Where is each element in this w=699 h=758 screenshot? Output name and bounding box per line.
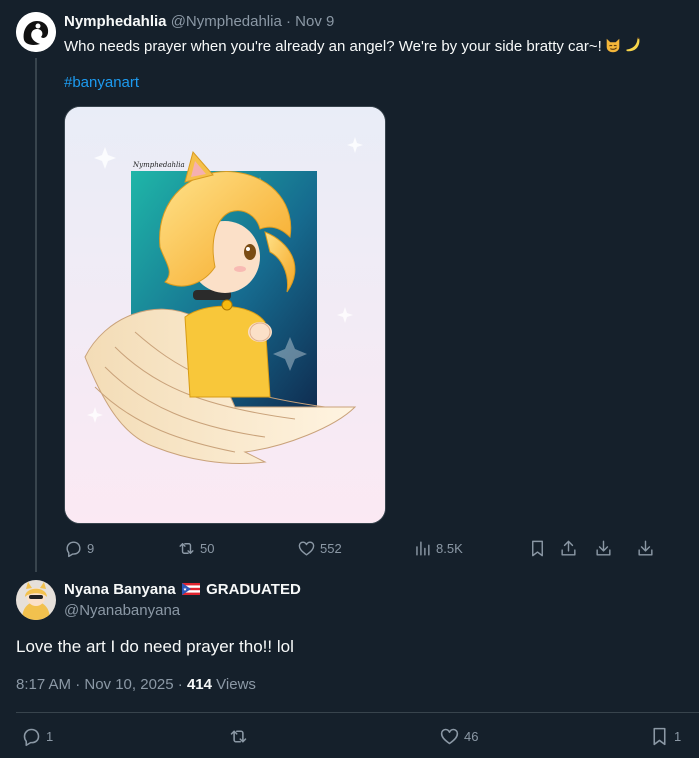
avatar-logo-icon: [16, 12, 56, 52]
download-icon: [596, 540, 611, 556]
reply-icon: [66, 540, 81, 557]
analytics-icon: [416, 540, 430, 556]
share-button[interactable]: [559, 536, 578, 560]
reply-like-button[interactable]: 46: [439, 724, 478, 748]
download-icon: [638, 540, 653, 556]
reply-text: Love the art I do need prayer tho!! lol: [16, 637, 294, 656]
repost-count: 50: [200, 540, 215, 556]
tweet-date[interactable]: Nov 9: [295, 13, 334, 30]
repost-icon: [230, 729, 247, 743]
author-name[interactable]: Nymphedahlia: [64, 13, 167, 30]
bookmark-icon: [532, 540, 543, 556]
reply-meta: 8:17 AM · Nov 10, 2025 · 414 Views: [16, 676, 256, 693]
view-count: 8.5K: [436, 540, 463, 556]
tweet-actions: 9 50 552 8.5K: [64, 536, 664, 560]
puerto-rico-flag-icon: [181, 583, 200, 595]
reply-reply-button[interactable]: 1: [21, 724, 53, 748]
reply-timestamp[interactable]: 8:17 AM · Nov 10, 2025: [16, 676, 174, 693]
header-separator: ·: [286, 13, 291, 30]
reply-like-count: 46: [464, 728, 479, 744]
reply-actions: 1 46 1: [16, 724, 686, 748]
reply-repost-button[interactable]: [228, 724, 253, 748]
download-button-2[interactable]: [636, 536, 655, 560]
reply-views-count: 414: [186, 676, 212, 693]
meta-separator: ·: [177, 676, 183, 693]
tweet-header: Nymphedahlia @Nymphedahlia · Nov 9: [64, 13, 334, 30]
bookmark-icon: [653, 727, 666, 745]
heart-icon: [298, 540, 315, 556]
views-button[interactable]: 8.5K: [413, 536, 463, 560]
reply-author-name-row[interactable]: Nyana Banyana GRADUATED: [64, 581, 301, 598]
tweet-text: Who needs prayer when you're already an …: [64, 36, 642, 57]
hashtag-link[interactable]: #banyanart: [64, 74, 139, 91]
like-count: 552: [320, 540, 342, 556]
download-button[interactable]: [594, 536, 613, 560]
artwork-illustration: Nymphedahlia: [65, 107, 385, 523]
reply-button[interactable]: 9: [64, 536, 94, 560]
reply-views-label: Views: [216, 676, 256, 693]
reply-author-avatar[interactable]: [16, 580, 56, 620]
reply-reply-count: 1: [46, 728, 54, 744]
artist-signature: Nymphedahlia: [132, 161, 185, 169]
reply-count: 9: [87, 540, 95, 556]
thread-line: [35, 58, 37, 572]
bookmark-button[interactable]: [528, 536, 547, 560]
author-avatar[interactable]: [16, 12, 56, 52]
tweet-media-image[interactable]: Nymphedahlia: [64, 106, 386, 524]
avatar-image: [16, 580, 56, 620]
reply-author-suffix: GRADUATED: [206, 581, 301, 598]
reply-icon: [23, 728, 40, 746]
like-button[interactable]: 552: [297, 536, 342, 560]
heart-icon: [440, 728, 459, 744]
banana-emoji-icon: [626, 37, 640, 52]
author-handle[interactable]: @Nymphedahlia: [171, 13, 282, 30]
repost-icon: [179, 542, 194, 554]
tweet-text-body: Who needs prayer when you're already an …: [64, 38, 602, 55]
repost-button[interactable]: 50: [177, 536, 214, 560]
reply-author-handle[interactable]: @Nyanabanyana: [64, 602, 180, 619]
smirking-cat-emoji-icon: [606, 38, 620, 53]
reply-author-name: Nyana Banyana: [64, 581, 176, 598]
share-icon: [561, 540, 576, 556]
reply-bookmark-count: 1: [674, 728, 682, 744]
divider: [16, 712, 699, 713]
reply-bookmark-button[interactable]: 1: [649, 724, 681, 748]
